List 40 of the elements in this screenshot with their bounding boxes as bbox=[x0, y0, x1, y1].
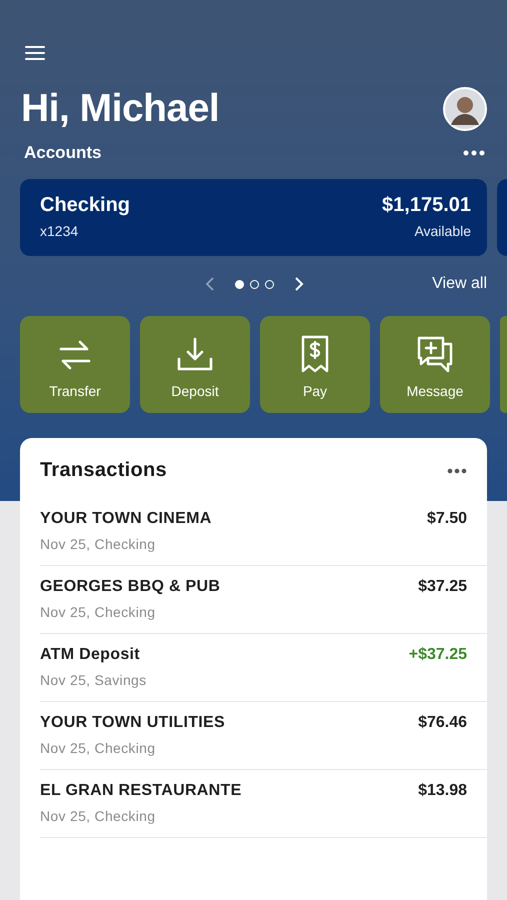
card-title: Transactions bbox=[40, 459, 167, 482]
more-icon[interactable] bbox=[447, 468, 467, 474]
more-icon[interactable] bbox=[463, 150, 485, 156]
transaction-detail: Nov 25, Checking bbox=[40, 536, 156, 552]
transaction-amount: $13.98 bbox=[418, 782, 467, 800]
chevron-left-icon[interactable] bbox=[205, 277, 215, 291]
view-all-link[interactable]: View all bbox=[432, 275, 487, 293]
transaction-amount: +$37.25 bbox=[408, 646, 467, 664]
balance-label: Available bbox=[414, 223, 471, 239]
transaction-amount: $37.25 bbox=[418, 578, 467, 596]
avatar[interactable] bbox=[443, 87, 487, 131]
receipt-icon bbox=[300, 335, 330, 373]
transaction-detail: Nov 25, Checking bbox=[40, 604, 156, 620]
page-dot[interactable] bbox=[265, 280, 274, 288]
action-button[interactable]: Pay bbox=[260, 316, 370, 413]
page-dot[interactable] bbox=[235, 280, 244, 288]
transaction-name[interactable]: YOUR TOWN UTILITIES bbox=[40, 714, 225, 732]
chat-add-icon bbox=[416, 335, 454, 373]
download-tray-icon bbox=[176, 337, 214, 373]
transaction-name[interactable]: YOUR TOWN CINEMA bbox=[40, 510, 212, 528]
transaction-name[interactable]: EL GRAN RESTAURANTE bbox=[40, 782, 242, 800]
transaction-detail: Nov 25, Checking bbox=[40, 740, 156, 756]
account-name: Checking bbox=[40, 194, 130, 217]
transaction-name[interactable]: GEORGES BBQ & PUB bbox=[40, 578, 220, 596]
chevron-right-icon[interactable] bbox=[294, 277, 304, 291]
action-button[interactable]: Message bbox=[380, 316, 490, 413]
transaction-detail: Nov 25, Checking bbox=[40, 808, 156, 824]
transaction-amount: $7.50 bbox=[426, 510, 467, 528]
action-button[interactable]: Deposit bbox=[140, 316, 250, 413]
menu-icon[interactable] bbox=[25, 45, 45, 61]
account-number: x1234 bbox=[40, 223, 80, 239]
page-dot[interactable] bbox=[250, 280, 259, 288]
transaction-detail: Nov 25, Savings bbox=[40, 672, 148, 688]
account-card[interactable]: Checking x1234 $1,175.01 Available bbox=[20, 179, 487, 256]
action-button[interactable]: Transfer bbox=[20, 316, 130, 413]
greeting: Hi, Michael bbox=[21, 87, 220, 131]
transaction-name[interactable]: ATM Deposit bbox=[40, 646, 140, 664]
section-title: Accounts bbox=[24, 143, 102, 163]
account-balance: $1,175.01 bbox=[382, 194, 471, 217]
transaction-amount: $76.46 bbox=[418, 714, 467, 732]
